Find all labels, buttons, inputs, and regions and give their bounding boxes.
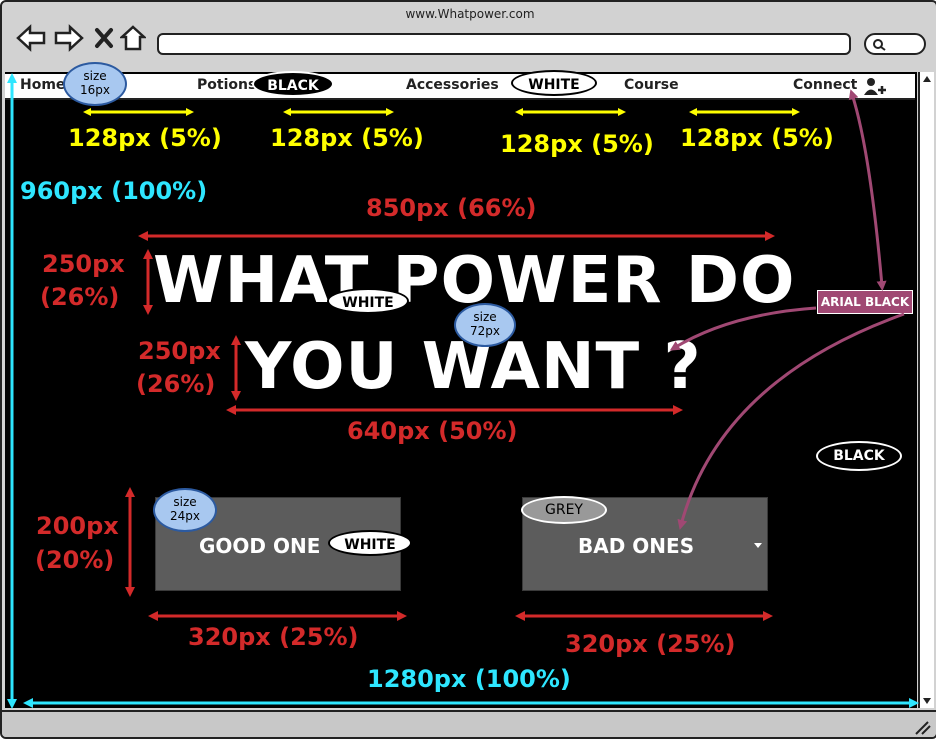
font-connector-button (677, 312, 905, 530)
button-width-label-2: 320px (25%) (565, 630, 736, 658)
button-width-label-1: 320px (25%) (188, 623, 359, 651)
button-height-label-b: (20%) (35, 546, 115, 574)
spacing-label-4: 128px (5%) (680, 124, 834, 152)
width-label-1280: 1280px (100%) (367, 665, 571, 693)
hero-height-label-2a: 250px (138, 337, 221, 365)
hero-height-label-1b: (26%) (40, 283, 120, 311)
hero-width-label: 850px (66%) (366, 194, 537, 222)
line2-width-label: 640px (50%) (347, 417, 518, 445)
annotation-overlay (7, 73, 919, 709)
font-connector-nav (848, 89, 887, 291)
height-label-960: 960px (100%) (20, 177, 208, 205)
spacing-label-1: 128px (5%) (68, 124, 222, 152)
font-connector-hero (669, 306, 817, 351)
button-height-label-a: 200px (36, 512, 119, 540)
spacing-label-2: 128px (5%) (270, 124, 424, 152)
hero-height-label-2b: (26%) (136, 370, 216, 398)
hero-height-label-1a: 250px (42, 250, 125, 278)
spacing-label-3: 128px (5%) (500, 130, 654, 158)
